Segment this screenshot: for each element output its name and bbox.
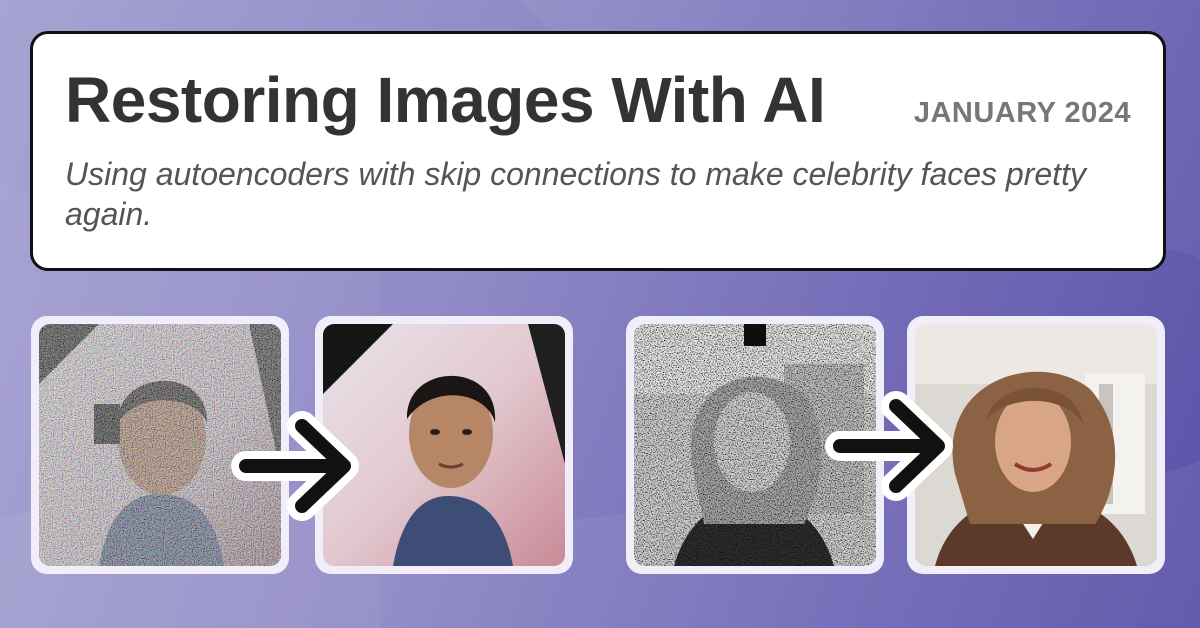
page-subtitle: Using autoencoders with skip connections… <box>65 156 1086 232</box>
right-arrow-icon <box>825 391 954 501</box>
right-arrow-icon <box>231 411 360 521</box>
title-card: Restoring Images With AI JANUARY 2024 Us… <box>30 31 1166 271</box>
page-title: Restoring Images With AI <box>65 64 826 136</box>
publish-date: JANUARY 2024 <box>913 97 1131 129</box>
